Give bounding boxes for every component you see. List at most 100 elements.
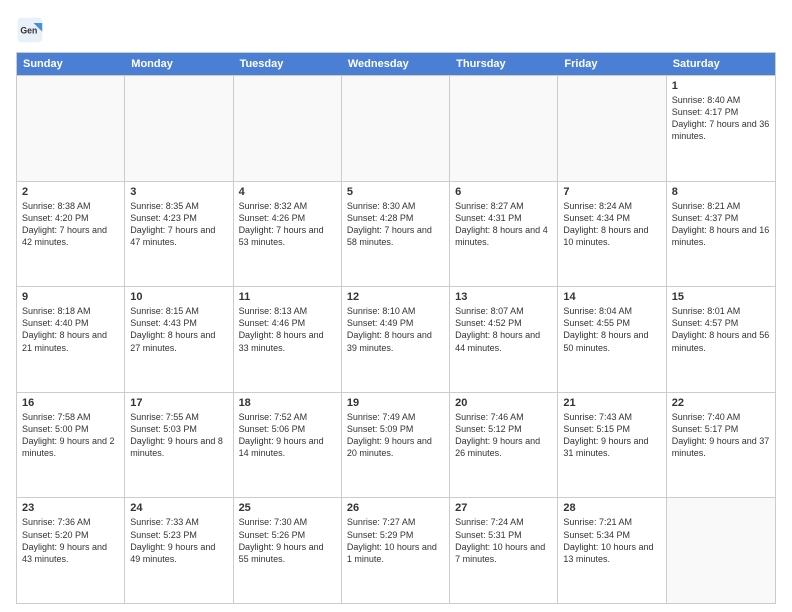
day-detail: Sunrise: 8:24 AM Sunset: 4:34 PM Dayligh…: [563, 200, 660, 249]
day-number: 3: [130, 186, 227, 198]
day-cell-19: 19 Sunrise: 7:49 AM Sunset: 5:09 PM Dayli…: [342, 393, 450, 498]
day-number: 27: [455, 502, 552, 514]
day-detail: Sunrise: 8:38 AM Sunset: 4:20 PM Dayligh…: [22, 200, 119, 249]
day-cell-24: 24 Sunrise: 7:33 AM Sunset: 5:23 PM Dayli…: [125, 498, 233, 603]
day-number: 23: [22, 502, 119, 514]
day-cell-8: 8Sunrise: 8:21 AM Sunset: 4:37 PM Daylig…: [667, 182, 775, 287]
day-cell-18: 18 Sunrise: 7:52 AM Sunset: 5:06 PM Dayli…: [234, 393, 342, 498]
day-cell-13: 13Sunrise: 8:07 AM Sunset: 4:52 PM Dayli…: [450, 287, 558, 392]
day-detail: Sunrise: 8:13 AM Sunset: 4:46 PM Dayligh…: [239, 305, 336, 354]
day-number: 14: [563, 291, 660, 303]
calendar: SundayMondayTuesdayWednesdayThursdayFrid…: [16, 52, 776, 604]
day-number: 1: [672, 80, 770, 92]
day-cell-14: 14 Sunrise: 8:04 AM Sunset: 4:55 PM Dayli…: [558, 287, 666, 392]
day-number: 4: [239, 186, 336, 198]
day-number: 24: [130, 502, 227, 514]
day-number: 18: [239, 397, 336, 409]
day-number: 26: [347, 502, 444, 514]
day-number: 15: [672, 291, 770, 303]
page: Gen SundayMondayTuesdayWednesdayThursday…: [0, 0, 792, 612]
header-day-sunday: Sunday: [17, 53, 125, 75]
day-number: 22: [672, 397, 770, 409]
header-day-tuesday: Tuesday: [234, 53, 342, 75]
day-cell-9: 9 Sunrise: 8:18 AM Sunset: 4:40 PM Daylig…: [17, 287, 125, 392]
day-detail: Sunrise: 7:36 AM Sunset: 5:20 PM Dayligh…: [22, 516, 119, 565]
day-cell-23: 23 Sunrise: 7:36 AM Sunset: 5:20 PM Dayli…: [17, 498, 125, 603]
day-detail: Sunrise: 8:10 AM Sunset: 4:49 PM Dayligh…: [347, 305, 444, 354]
day-number: 5: [347, 186, 444, 198]
day-number: 28: [563, 502, 660, 514]
day-detail: Sunrise: 7:40 AM Sunset: 5:17 PM Dayligh…: [672, 411, 770, 460]
calendar-body: 1 Sunrise: 8:40 AM Sunset: 4:17 PM Daylig…: [17, 75, 775, 603]
day-detail: Sunrise: 8:27 AM Sunset: 4:31 PM Dayligh…: [455, 200, 552, 249]
svg-text:Gen: Gen: [20, 26, 37, 36]
day-cell-10: 10 Sunrise: 8:15 AM Sunset: 4:43 PM Dayli…: [125, 287, 233, 392]
day-cell-28: 28 Sunrise: 7:21 AM Sunset: 5:34 PM Dayli…: [558, 498, 666, 603]
day-cell-5: 5 Sunrise: 8:30 AM Sunset: 4:28 PM Daylig…: [342, 182, 450, 287]
day-number: 9: [22, 291, 119, 303]
week-row-0: 1 Sunrise: 8:40 AM Sunset: 4:17 PM Daylig…: [17, 75, 775, 181]
day-detail: Sunrise: 8:15 AM Sunset: 4:43 PM Dayligh…: [130, 305, 227, 354]
day-detail: Sunrise: 7:55 AM Sunset: 5:03 PM Dayligh…: [130, 411, 227, 460]
week-row-3: 16 Sunrise: 7:58 AM Sunset: 5:00 PM Dayli…: [17, 392, 775, 498]
day-detail: Sunrise: 7:33 AM Sunset: 5:23 PM Dayligh…: [130, 516, 227, 565]
header-day-thursday: Thursday: [450, 53, 558, 75]
day-detail: Sunrise: 8:40 AM Sunset: 4:17 PM Dayligh…: [672, 94, 770, 143]
day-detail: Sunrise: 7:52 AM Sunset: 5:06 PM Dayligh…: [239, 411, 336, 460]
empty-cell: [667, 498, 775, 603]
day-cell-11: 11 Sunrise: 8:13 AM Sunset: 4:46 PM Dayli…: [234, 287, 342, 392]
empty-cell: [450, 76, 558, 181]
day-cell-6: 6 Sunrise: 8:27 AM Sunset: 4:31 PM Daylig…: [450, 182, 558, 287]
day-detail: Sunrise: 8:01 AM Sunset: 4:57 PM Dayligh…: [672, 305, 770, 354]
day-cell-21: 21 Sunrise: 7:43 AM Sunset: 5:15 PM Dayli…: [558, 393, 666, 498]
empty-cell: [17, 76, 125, 181]
day-detail: Sunrise: 7:58 AM Sunset: 5:00 PM Dayligh…: [22, 411, 119, 460]
day-cell-1: 1 Sunrise: 8:40 AM Sunset: 4:17 PM Daylig…: [667, 76, 775, 181]
day-number: 12: [347, 291, 444, 303]
day-number: 19: [347, 397, 444, 409]
day-cell-20: 20 Sunrise: 7:46 AM Sunset: 5:12 PM Dayli…: [450, 393, 558, 498]
day-number: 20: [455, 397, 552, 409]
day-cell-17: 17 Sunrise: 7:55 AM Sunset: 5:03 PM Dayli…: [125, 393, 233, 498]
day-cell-16: 16 Sunrise: 7:58 AM Sunset: 5:00 PM Dayli…: [17, 393, 125, 498]
day-detail: Sunrise: 7:43 AM Sunset: 5:15 PM Dayligh…: [563, 411, 660, 460]
logo: Gen: [16, 16, 46, 44]
day-number: 21: [563, 397, 660, 409]
header-day-monday: Monday: [125, 53, 233, 75]
header: Gen: [16, 16, 776, 44]
day-number: 25: [239, 502, 336, 514]
day-detail: Sunrise: 8:21 AM Sunset: 4:37 PM Dayligh…: [672, 200, 770, 249]
empty-cell: [342, 76, 450, 181]
day-cell-4: 4 Sunrise: 8:32 AM Sunset: 4:26 PM Daylig…: [234, 182, 342, 287]
week-row-1: 2 Sunrise: 8:38 AM Sunset: 4:20 PM Daylig…: [17, 181, 775, 287]
week-row-2: 9 Sunrise: 8:18 AM Sunset: 4:40 PM Daylig…: [17, 286, 775, 392]
day-cell-7: 7Sunrise: 8:24 AM Sunset: 4:34 PM Daylig…: [558, 182, 666, 287]
day-number: 13: [455, 291, 552, 303]
header-day-friday: Friday: [558, 53, 666, 75]
day-detail: Sunrise: 7:46 AM Sunset: 5:12 PM Dayligh…: [455, 411, 552, 460]
day-cell-25: 25Sunrise: 7:30 AM Sunset: 5:26 PM Dayli…: [234, 498, 342, 603]
day-detail: Sunrise: 7:27 AM Sunset: 5:29 PM Dayligh…: [347, 516, 444, 565]
day-detail: Sunrise: 7:21 AM Sunset: 5:34 PM Dayligh…: [563, 516, 660, 565]
empty-cell: [125, 76, 233, 181]
day-detail: Sunrise: 8:30 AM Sunset: 4:28 PM Dayligh…: [347, 200, 444, 249]
day-number: 16: [22, 397, 119, 409]
day-detail: Sunrise: 8:32 AM Sunset: 4:26 PM Dayligh…: [239, 200, 336, 249]
day-cell-3: 3Sunrise: 8:35 AM Sunset: 4:23 PM Daylig…: [125, 182, 233, 287]
calendar-header: SundayMondayTuesdayWednesdayThursdayFrid…: [17, 53, 775, 75]
day-number: 2: [22, 186, 119, 198]
day-number: 6: [455, 186, 552, 198]
day-cell-15: 15 Sunrise: 8:01 AM Sunset: 4:57 PM Dayli…: [667, 287, 775, 392]
day-detail: Sunrise: 8:18 AM Sunset: 4:40 PM Dayligh…: [22, 305, 119, 354]
day-cell-2: 2 Sunrise: 8:38 AM Sunset: 4:20 PM Daylig…: [17, 182, 125, 287]
day-number: 10: [130, 291, 227, 303]
day-number: 17: [130, 397, 227, 409]
day-detail: Sunrise: 7:24 AM Sunset: 5:31 PM Dayligh…: [455, 516, 552, 565]
day-number: 11: [239, 291, 336, 303]
day-detail: Sunrise: 8:04 AM Sunset: 4:55 PM Dayligh…: [563, 305, 660, 354]
header-day-wednesday: Wednesday: [342, 53, 450, 75]
day-cell-26: 26 Sunrise: 7:27 AM Sunset: 5:29 PM Dayli…: [342, 498, 450, 603]
empty-cell: [558, 76, 666, 181]
logo-icon: Gen: [16, 16, 44, 44]
day-detail: Sunrise: 7:49 AM Sunset: 5:09 PM Dayligh…: [347, 411, 444, 460]
